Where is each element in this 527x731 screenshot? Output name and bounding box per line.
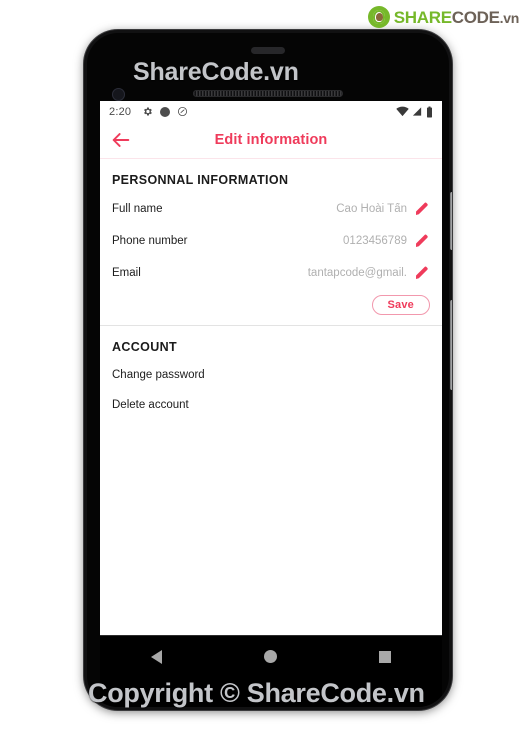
field-row-phone-number[interactable]: Phone number 0123456789 — [112, 225, 430, 257]
account-item-change-password[interactable]: Change password — [112, 360, 430, 390]
power-button[interactable] — [450, 192, 452, 250]
phone-body: 2:20 Edit information PERSONNAL INFORMAT… — [87, 33, 449, 707]
pencil-icon[interactable] — [414, 265, 430, 281]
email-value: tantapcode@gmail. — [307, 267, 407, 279]
pencil-icon[interactable] — [414, 233, 430, 249]
personal-information-section: PERSONNAL INFORMATION Full name Cao Hoài… — [100, 159, 442, 325]
android-nav-bar — [100, 635, 442, 707]
full-name-label: Full name — [112, 203, 163, 215]
status-bar: 2:20 — [100, 101, 442, 122]
field-row-email[interactable]: Email tantapcode@gmail. — [112, 257, 430, 289]
nav-home-icon[interactable] — [264, 650, 277, 663]
phone-device: 2:20 Edit information PERSONNAL INFORMAT… — [84, 30, 452, 710]
app-bar: Edit information — [100, 122, 442, 159]
signal-icon — [412, 107, 422, 116]
logo-share-text: SHARE — [393, 7, 452, 27]
save-button[interactable]: Save — [371, 295, 430, 315]
page-title: Edit information — [214, 132, 328, 148]
phone-number-value: 0123456789 — [343, 235, 407, 247]
logo-code-text: CODE — [451, 7, 500, 27]
front-camera-icon — [112, 88, 125, 101]
back-arrow-icon[interactable] — [110, 129, 132, 151]
gear-icon — [144, 107, 153, 116]
nav-back-icon[interactable] — [151, 650, 162, 664]
full-name-value: Cao Hoài Tấn — [336, 203, 407, 215]
sharecode-logo-text: SHARECODE.vn — [393, 7, 520, 27]
battery-icon — [427, 106, 432, 117]
status-bar-right-icons — [396, 106, 433, 118]
sharecode-leaf-logo-icon — [367, 6, 390, 28]
email-label: Email — [112, 267, 141, 279]
account-item-delete-account[interactable]: Delete account — [112, 390, 430, 420]
filled-circle-icon — [160, 106, 171, 117]
wifi-icon — [396, 106, 409, 117]
earpiece-speaker-icon — [251, 47, 285, 54]
circled-slash-icon — [178, 106, 188, 117]
volume-button[interactable] — [450, 300, 452, 390]
status-bar-clock: 2:20 — [109, 105, 132, 118]
phone-screen: 2:20 Edit information PERSONNAL INFORMAT… — [100, 101, 442, 641]
status-bar-left-icons — [142, 106, 188, 117]
logo-tld-text: .vn — [499, 9, 520, 26]
pencil-icon[interactable] — [414, 201, 430, 217]
sharecode-logo: SHARECODE.vn — [367, 6, 520, 28]
save-button-row: Save — [112, 289, 430, 325]
nav-recents-icon[interactable] — [379, 651, 391, 663]
account-section: ACCOUNT Change password Delete account — [100, 326, 442, 420]
personal-information-heading: PERSONNAL INFORMATION — [112, 173, 289, 187]
field-row-full-name[interactable]: Full name Cao Hoài Tấn — [112, 193, 430, 225]
phone-number-label: Phone number — [112, 235, 188, 247]
top-speaker-grille — [193, 90, 343, 97]
account-heading: ACCOUNT — [112, 340, 177, 354]
